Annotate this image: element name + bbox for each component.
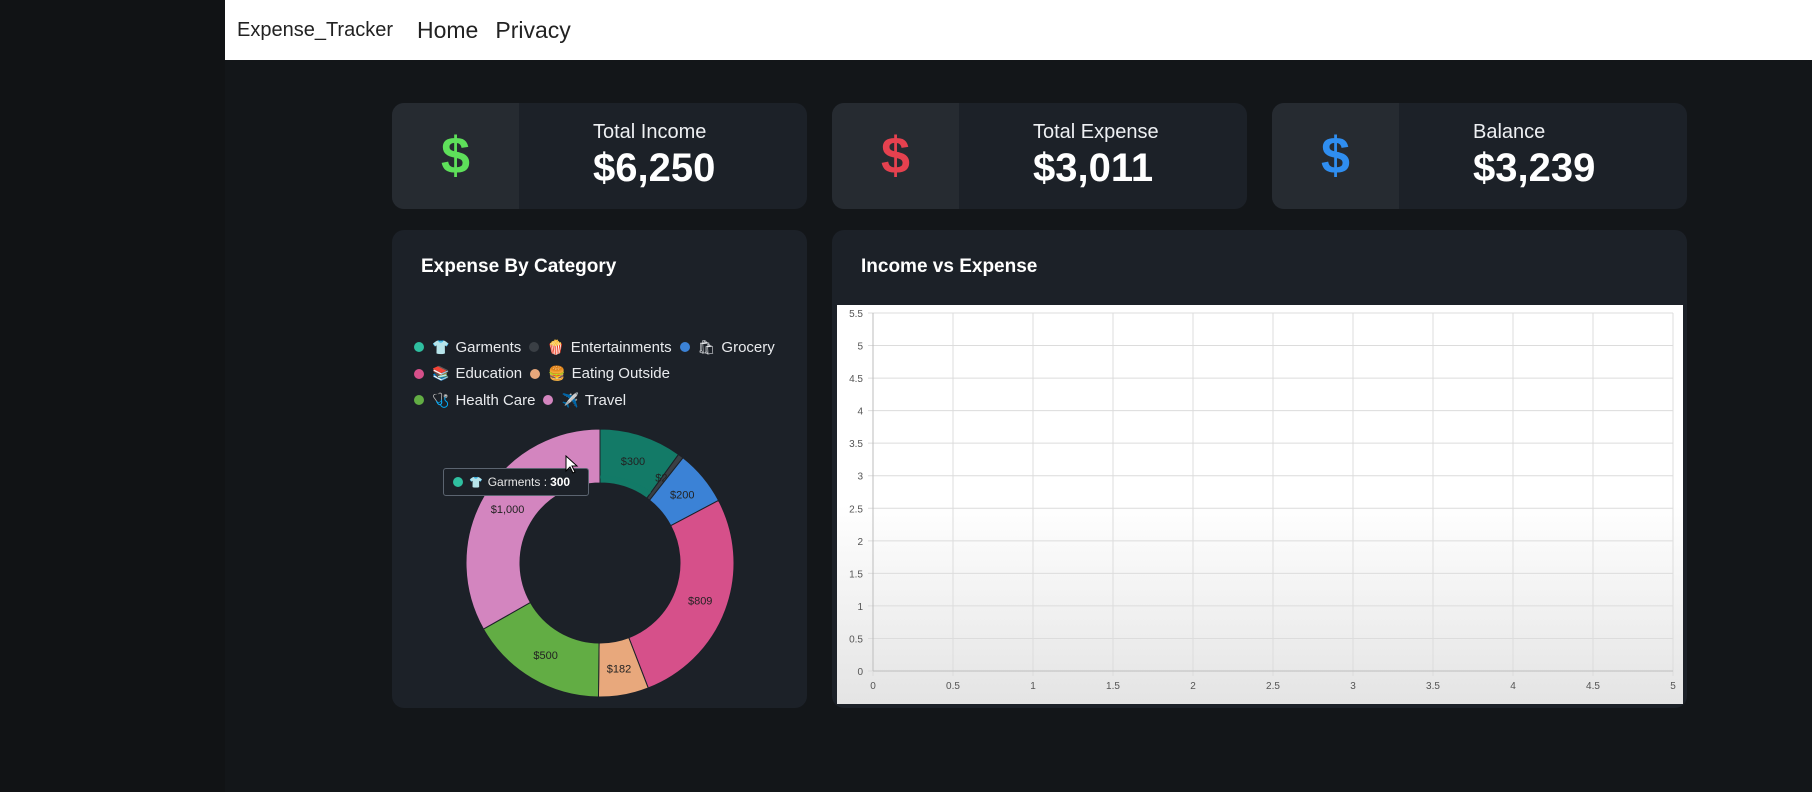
x-tick-label: 0 (870, 681, 876, 692)
y-tick-label: 2 (857, 537, 863, 548)
total-expense-label: Total Expense (1033, 121, 1159, 143)
total-income-card: $ Total Income $6,250 (392, 103, 807, 209)
navbar: Expense_Tracker Home Privacy (225, 0, 1812, 60)
mouse-cursor-icon (565, 455, 579, 474)
legend-dot (414, 395, 424, 406)
books-icon: 📚 (432, 365, 450, 382)
balance-card: $ Balance $3,239 (1272, 103, 1687, 209)
legend-item-garments[interactable]: 👕 Garments (414, 339, 521, 356)
tooltip-value: 300 (550, 475, 571, 489)
tooltip-label: Garments : (487, 475, 548, 489)
income-expense-chart-area: 0 0.5 1 1.5 2 2.5 3 3.5 4 4.5 5 0 0.5 1 1.5 2 2.5 3 3.5 4 4.… (837, 305, 1683, 704)
shirt-icon: 👕 (432, 338, 450, 355)
legend-dot (543, 395, 554, 406)
legend-dot (414, 368, 424, 379)
legend-label: Grocery (721, 338, 775, 356)
balance-label: Balance (1473, 121, 1546, 143)
legend-label: Education (455, 365, 523, 383)
y-tick-label: 5 (857, 342, 863, 353)
legend-dot (679, 342, 690, 353)
balance-value: $3,239 (1473, 146, 1596, 190)
x-tick-label: 3.5 (1426, 681, 1440, 692)
x-tick-label: 1.5 (1106, 681, 1120, 692)
dollar-icon: $ (832, 103, 959, 209)
legend-item-education[interactable]: 📚 Education (414, 365, 522, 382)
total-expense-card: $ Total Expense $3,011 (832, 103, 1247, 209)
legend-item-entertainments[interactable]: 🍿 Entertainments (529, 338, 672, 356)
legend-item-travel[interactable]: ✈️ Travel (543, 392, 626, 409)
legend-dot (529, 342, 540, 353)
brand-link[interactable]: Expense_Tracker (237, 19, 393, 42)
left-background (0, 0, 225, 792)
y-tick-label: 3.5 (849, 439, 863, 450)
income-panel-title: Income vs Expense (861, 256, 1038, 277)
legend-label: Eating Outside (571, 365, 670, 383)
legend-label: Health Care (455, 391, 536, 409)
shopping-bag-icon: 🛍 (697, 338, 716, 355)
y-tick-label: 1 (857, 602, 863, 613)
legend-item-health-care[interactable]: 🩺 Health Care (414, 392, 535, 409)
expense-panel-title: Expense By Category (421, 256, 617, 277)
total-expense-value: $3,011 (1033, 146, 1154, 190)
x-tick-label: 0.5 (946, 681, 960, 692)
nav-privacy-link[interactable]: Privacy (495, 17, 570, 44)
popcorn-icon: 🍿 (547, 338, 565, 355)
y-tick-label: 5.5 (849, 309, 863, 320)
airplane-icon: ✈️ (561, 391, 579, 408)
y-tick-label: 3 (857, 472, 863, 483)
y-tick-label: 4 (857, 407, 863, 418)
x-tick-label: 4.5 (1586, 681, 1600, 692)
y-tick-label: 4.5 (849, 374, 863, 385)
legend-label: Garments (455, 338, 522, 356)
x-tick-label: 5 (1670, 681, 1676, 692)
stethoscope-icon: 🩺 (432, 391, 450, 408)
total-income-label: Total Income (593, 121, 707, 143)
tooltip-dot (453, 477, 463, 487)
legend-item-grocery[interactable]: 🛍 Grocery (679, 338, 775, 356)
x-tick-label: 4 (1510, 681, 1516, 692)
burger-icon: 🍔 (548, 365, 566, 382)
dollar-icon: $ (1272, 103, 1399, 209)
total-income-value: $6,250 (593, 146, 716, 190)
shirt-icon: 👕 (469, 476, 483, 489)
legend-dot (414, 342, 424, 353)
nav-home-link[interactable]: Home (417, 17, 478, 44)
y-tick-label: 1.5 (849, 569, 863, 580)
category-legend: 👕 Garments 🍿 Entertainments 🛍 Grocery 📚 … (414, 334, 814, 414)
y-tick-label: 0 (857, 667, 863, 678)
y-tick-label: 2.5 (849, 504, 863, 515)
x-tick-label: 2.5 (1266, 681, 1280, 692)
income-expense-line-chart: 0 0.5 1 1.5 2 2.5 3 3.5 4 4.5 5 0 0.5 1 1.5 2 2.5 3 3.5 4 4.… (849, 309, 1676, 692)
x-tick-label: 3 (1350, 681, 1356, 692)
legend-item-eating-outside[interactable]: 🍔 Eating Outside (530, 365, 670, 382)
dollar-icon: $ (392, 103, 519, 209)
legend-label: Entertainments (570, 338, 672, 356)
legend-dot (530, 368, 541, 379)
y-tick-label: 0.5 (849, 634, 863, 645)
legend-label: Travel (584, 391, 627, 409)
x-tick-label: 1 (1030, 681, 1036, 692)
x-tick-label: 2 (1190, 681, 1196, 692)
